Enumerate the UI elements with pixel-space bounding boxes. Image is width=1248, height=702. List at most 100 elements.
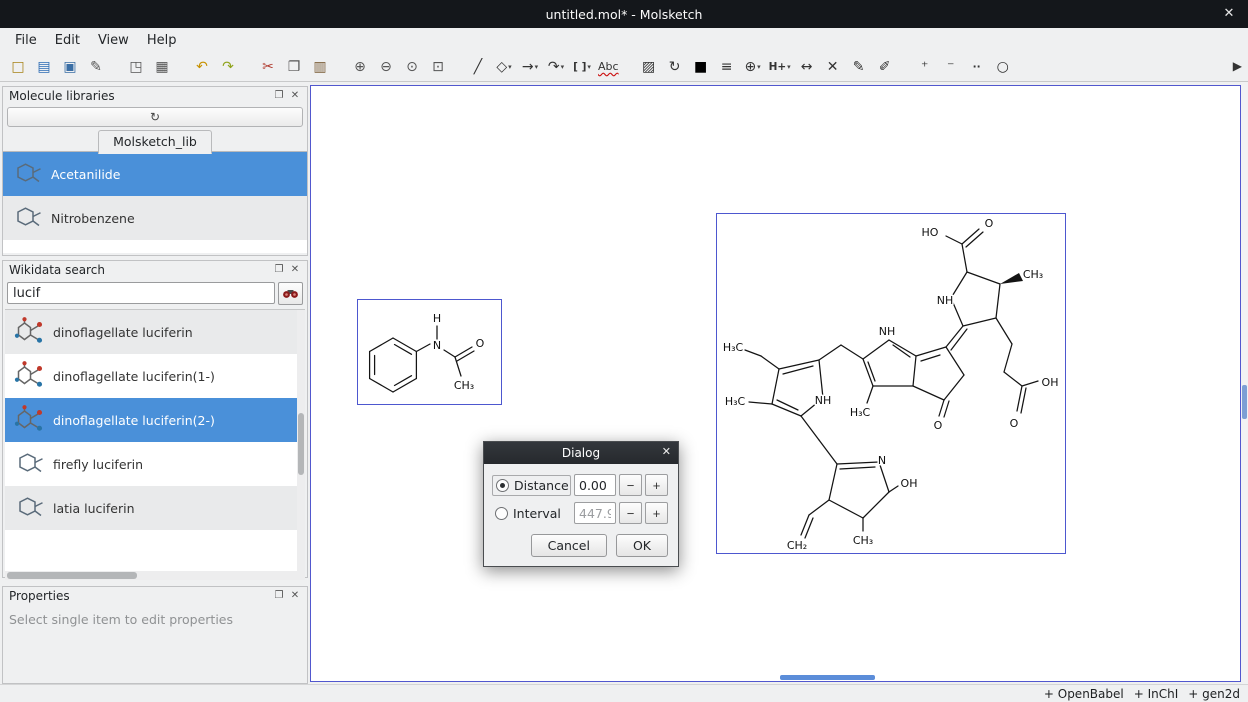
reaction-arrow-icon[interactable]: →▾ xyxy=(518,55,542,79)
new-document-icon[interactable]: □ xyxy=(6,55,30,79)
panel-float-icon[interactable]: ❐ xyxy=(271,590,287,601)
list-item-label: firefly luciferin xyxy=(53,457,143,472)
atom-label: OH xyxy=(901,477,918,490)
line-width-icon[interactable]: ≡ xyxy=(715,55,739,79)
panel-close-icon[interactable]: ✕ xyxy=(287,90,303,101)
interval-decrement-button[interactable]: − xyxy=(619,502,642,524)
wikidata-horizontal-scrollbar[interactable] xyxy=(5,571,305,580)
toolbar-separator xyxy=(623,57,635,77)
library-item[interactable]: Nitrobenzene xyxy=(3,196,307,240)
search-result-item[interactable]: latia luciferin xyxy=(5,486,305,530)
distance-radio[interactable]: Distance xyxy=(492,475,571,496)
redo-icon[interactable]: ↷ xyxy=(216,55,240,79)
distance-decrement-button[interactable]: − xyxy=(619,474,642,496)
search-result-item[interactable]: dinoflagellate luciferin(2-) xyxy=(5,398,305,442)
search-result-item[interactable]: dinoflagellate luciferin(1-) xyxy=(5,354,305,398)
ok-button[interactable]: OK xyxy=(616,534,668,557)
mechanism-arrow-icon[interactable]: ↷▾ xyxy=(544,55,568,79)
undo-icon[interactable]: ↶ xyxy=(190,55,214,79)
dropdown-arrow-icon[interactable]: ▾ xyxy=(535,63,539,71)
radical-tool-icon[interactable]: ✐ xyxy=(873,55,897,79)
dialog-close-icon[interactable]: ✕ xyxy=(662,445,671,458)
export-image-icon[interactable]: ◳ xyxy=(124,55,148,79)
tab-molsketch-lib[interactable]: Molsketch_lib xyxy=(98,130,212,154)
window-close-icon[interactable]: ✕ xyxy=(1220,5,1238,23)
zoom-in-icon[interactable]: ⊕ xyxy=(348,55,372,79)
atom-label: H xyxy=(433,312,441,325)
draw-icon[interactable]: ╱ xyxy=(466,55,490,79)
atom-label: NH xyxy=(815,394,832,407)
drawing-canvas[interactable]: H N O CH₃ xyxy=(310,85,1241,682)
copy-icon[interactable]: ❐ xyxy=(282,55,306,79)
panel-close-icon[interactable]: ✕ xyxy=(287,264,303,275)
scrollbar-handle[interactable] xyxy=(7,572,137,579)
search-result-item[interactable]: dinoflagellate luciferin xyxy=(5,310,305,354)
rotate-icon[interactable]: ↻ xyxy=(663,55,687,79)
dialog-titlebar[interactable]: Dialog ✕ xyxy=(484,442,678,464)
acetanilide-molecule[interactable]: H N O CH₃ xyxy=(358,300,503,406)
zoom-out-icon[interactable]: ⊖ xyxy=(374,55,398,79)
dropdown-arrow-icon[interactable]: ▾ xyxy=(508,63,512,71)
hatch-pattern-icon[interactable]: ▨ xyxy=(637,55,661,79)
toolbar-overflow-icon[interactable]: ▶ xyxy=(1233,59,1242,73)
remove-electron-pair-icon[interactable]: ○ xyxy=(991,55,1015,79)
hydrogen-icon[interactable]: H+▾ xyxy=(767,55,793,79)
distance-interval-dialog: Dialog ✕ Distance − + Interval xyxy=(483,441,679,567)
library-tabbar: Molsketch_lib xyxy=(3,129,307,152)
distance-increment-button[interactable]: + xyxy=(645,474,668,496)
ring-icon[interactable]: ◇▾ xyxy=(492,55,516,79)
interval-increment-button[interactable]: + xyxy=(645,502,668,524)
increase-charge-icon[interactable]: ⁺ xyxy=(913,55,937,79)
molecule-thumbnail xyxy=(5,361,53,391)
decrease-charge-icon[interactable]: ⁻ xyxy=(939,55,963,79)
selection-box-luciferin[interactable]: HO O CH₃ NH OH O NH H₃C H₃C NH H₃C O N O… xyxy=(716,213,1066,554)
panel-float-icon[interactable]: ❐ xyxy=(271,90,287,101)
charge-icon[interactable]: ⊕▾ xyxy=(741,55,765,79)
paste-icon[interactable]: ▥ xyxy=(308,55,332,79)
cut-icon[interactable]: ✂ xyxy=(256,55,280,79)
interval-radio[interactable]: Interval xyxy=(492,504,571,523)
dropdown-arrow-icon[interactable]: ▾ xyxy=(587,63,591,71)
wikidata-search-input[interactable] xyxy=(7,282,275,304)
zoom-fit-icon[interactable]: ⊡ xyxy=(426,55,450,79)
print-icon[interactable]: ▦ xyxy=(150,55,174,79)
scrollbar-handle[interactable] xyxy=(298,413,304,475)
zoom-original-icon[interactable]: ⊙ xyxy=(400,55,424,79)
lone-pair-tool-icon[interactable]: ✎ xyxy=(847,55,871,79)
add-electron-pair-icon[interactable]: ·· xyxy=(965,55,989,79)
menu-edit[interactable]: Edit xyxy=(46,30,89,51)
dialog-buttons: Cancel OK xyxy=(492,534,670,557)
wikidata-vertical-scrollbar[interactable] xyxy=(297,310,305,571)
dialog-title: Dialog xyxy=(562,446,600,460)
luciferin-molecule[interactable]: HO O CH₃ NH OH O NH H₃C H₃C NH H₃C O N O… xyxy=(717,214,1067,555)
menu-view[interactable]: View xyxy=(89,30,138,51)
canvas-vertical-scrollbar[interactable] xyxy=(1241,82,1248,684)
save-icon[interactable]: ▣ xyxy=(58,55,82,79)
color-icon[interactable]: ■ xyxy=(689,55,713,79)
panel-close-icon[interactable]: ✕ xyxy=(287,590,303,601)
delete-icon[interactable]: ✕ xyxy=(821,55,845,79)
frame-icon[interactable]: [ ]▾ xyxy=(570,55,594,79)
flip-horizontal-icon[interactable]: ↔ xyxy=(795,55,819,79)
panel-float-icon[interactable]: ❐ xyxy=(271,264,287,275)
dropdown-arrow-icon[interactable]: ▾ xyxy=(561,63,565,71)
interval-value-input[interactable] xyxy=(574,502,616,524)
scrollbar-handle[interactable] xyxy=(1242,385,1247,419)
atom-label: CH₃ xyxy=(853,534,873,547)
open-file-icon[interactable]: ▤ xyxy=(32,55,56,79)
distance-value-input[interactable] xyxy=(574,474,616,496)
library-item[interactable]: Acetanilide xyxy=(3,152,307,196)
titlebar: untitled.mol* - Molsketch ✕ xyxy=(0,0,1248,28)
search-button[interactable] xyxy=(278,282,303,305)
dropdown-arrow-icon[interactable]: ▾ xyxy=(787,63,791,71)
cancel-button[interactable]: Cancel xyxy=(531,534,607,557)
dropdown-arrow-icon[interactable]: ▾ xyxy=(757,63,761,71)
text-icon[interactable]: Abc xyxy=(596,55,621,79)
search-result-item[interactable]: firefly luciferin xyxy=(5,442,305,486)
menu-file[interactable]: File xyxy=(6,30,46,51)
canvas-horizontal-scrollbar[interactable] xyxy=(780,675,875,680)
save-as-icon[interactable]: ✎ xyxy=(84,55,108,79)
menu-help[interactable]: Help xyxy=(138,30,186,51)
selection-box-acetanilide[interactable]: H N O CH₃ xyxy=(357,299,502,405)
refresh-libraries-button[interactable]: ↻ xyxy=(7,107,303,127)
